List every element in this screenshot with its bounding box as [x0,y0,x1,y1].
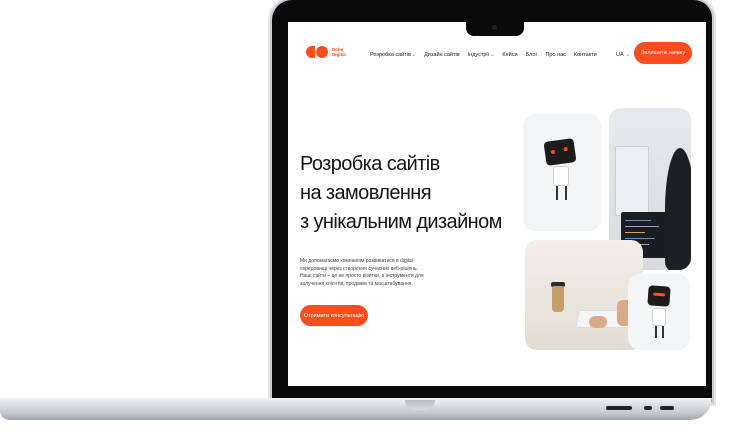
chevron-down-icon: ⌄ [490,52,495,58]
request-button[interactable]: Залишити заявку [634,42,692,64]
main-menu: Розробка сайтів ⌄ Дизайн сайтів Індустрі… [370,52,597,58]
workspace-photo [525,240,643,350]
consultation-button[interactable]: Отримати консультацію [300,305,368,326]
chevron-down-icon: ⌄ [411,52,417,58]
menu-item-design[interactable]: Дизайн сайтів [424,52,460,58]
menu-item-development[interactable]: Розробка сайтів ⌄ [370,52,416,58]
logo-text: Dobe Digital [332,47,346,57]
menu-item-industries[interactable]: Індустрії ⌄ [468,52,495,58]
hero-title: Розробка сайтів на замовлення з унікальн… [300,150,510,237]
robot-card [628,274,690,350]
hero-description: Ми допомагаємо компаніям розвиватися в d… [300,258,424,287]
laptop-screen: Dobe Digital Розробка сайтів ⌄ Дизайн са… [288,22,706,386]
camera-icon [492,25,497,30]
menu-item-label: Про нас [545,52,566,58]
menu-item-about[interactable]: Про нас [545,52,565,58]
menu-item-blog[interactable]: Блог [526,52,538,58]
logo-icon [306,46,328,58]
port-hdmi [660,406,674,410]
site-header: Dobe Digital Розробка сайтів ⌄ Дизайн са… [298,38,698,74]
menu-item-contacts[interactable]: Контакти [574,52,597,58]
menu-item-label: Блог [525,52,538,58]
port-usb [644,406,652,410]
menu-item-label: Кейси [502,52,518,58]
menu-item-label: Контакти [573,52,597,58]
menu-item-label: Дизайн сайтів [424,52,460,58]
hero-title-line: з унікальним дизайном [300,211,502,233]
menu-item-cases[interactable]: Кейси [502,52,517,58]
language-switcher[interactable]: UA ⌄ [616,52,630,58]
hero-title-line: Розробка сайтів [300,153,440,175]
hero-title-line: на замовлення [300,182,432,204]
logo[interactable]: Dobe Digital [306,46,352,58]
menu-item-label: Розробка сайтів [370,52,411,58]
language-label: UA [616,52,624,58]
chevron-down-icon: ⌄ [625,52,630,58]
laptop-base [0,398,712,420]
menu-item-label: Індустрії [467,52,490,58]
camera-notch [466,20,524,36]
port-sd [606,406,632,410]
robot-card [523,114,601,231]
